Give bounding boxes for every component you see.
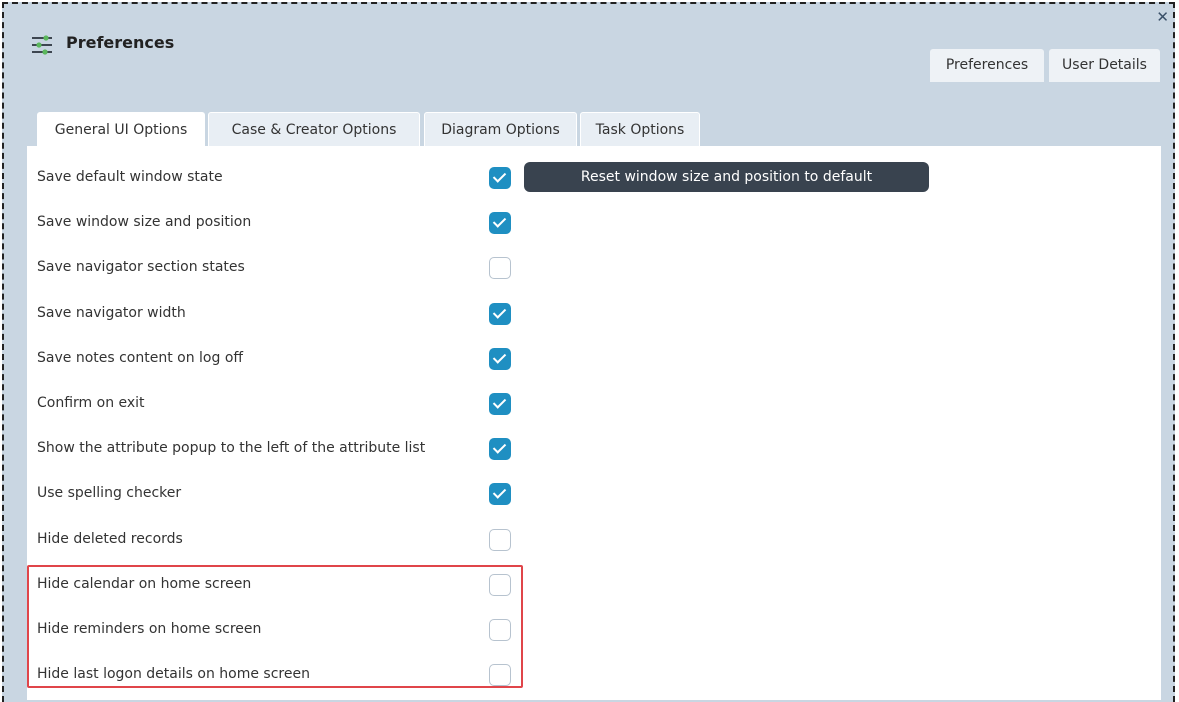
tab-task-options[interactable]: Task Options [580, 112, 700, 146]
option-checkbox[interactable] [489, 257, 511, 279]
option-label: Show the attribute popup to the left of … [37, 440, 426, 456]
reset-window-button[interactable]: Reset window size and position to defaul… [524, 162, 929, 192]
option-checkbox[interactable] [489, 303, 511, 325]
option-checkbox[interactable] [489, 348, 511, 370]
option-label: Save window size and position [37, 214, 252, 230]
tab-general-ui-options[interactable]: General UI Options [37, 112, 205, 148]
tab-user-details[interactable]: User Details [1049, 49, 1160, 82]
highlight-box [27, 565, 523, 688]
tab-case-creator-options[interactable]: Case & Creator Options [208, 112, 420, 146]
sliders-icon [32, 35, 52, 55]
option-checkbox[interactable] [489, 529, 511, 551]
window-title: Preferences [66, 33, 175, 52]
option-label: Save navigator section states [37, 259, 245, 275]
option-checkbox[interactable] [489, 438, 511, 460]
option-checkbox[interactable] [489, 393, 511, 415]
option-label: Confirm on exit [37, 395, 145, 411]
option-label: Save navigator width [37, 305, 186, 321]
option-label: Save default window state [37, 169, 223, 185]
option-label: Save notes content on log off [37, 350, 244, 366]
tab-preferences[interactable]: Preferences [930, 49, 1044, 82]
option-label: Hide deleted records [37, 531, 183, 547]
option-checkbox[interactable] [489, 167, 511, 189]
option-checkbox[interactable] [489, 483, 511, 505]
option-label: Use spelling checker [37, 485, 182, 501]
option-checkbox[interactable] [489, 212, 511, 234]
close-icon[interactable]: ✕ [1156, 8, 1169, 26]
tab-diagram-options[interactable]: Diagram Options [424, 112, 577, 146]
